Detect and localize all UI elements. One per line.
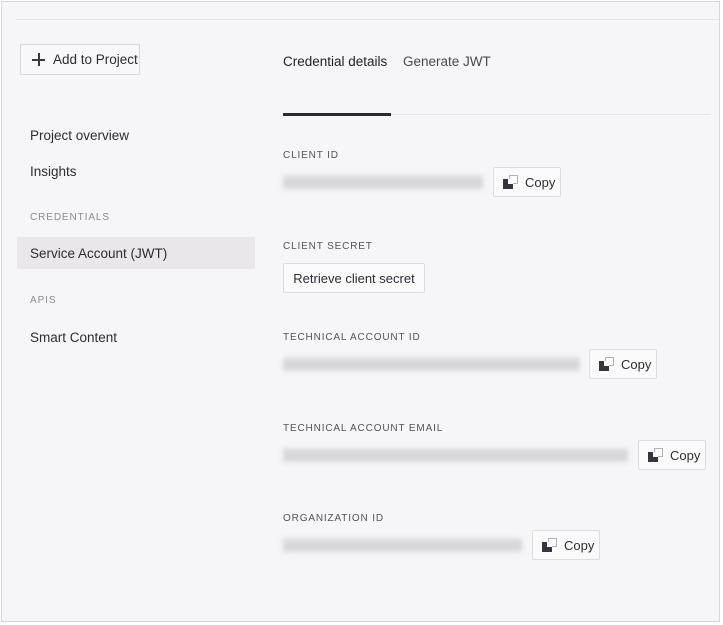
sidebar-item-label: Service Account (JWT) — [30, 245, 168, 261]
field-label: TECHNICAL ACCOUNT ID — [283, 332, 421, 343]
field-label: ORGANIZATION ID — [283, 513, 384, 524]
copy-technical-account-email-button[interactable]: Copy — [638, 440, 706, 470]
organization-id-value-redacted — [283, 537, 522, 554]
copy-button-label: Copy — [525, 174, 556, 190]
sidebar-item-smart-content[interactable]: Smart Content — [17, 321, 255, 353]
field-row: Copy — [283, 440, 706, 475]
copy-icon — [503, 175, 518, 189]
copy-button-label: Copy — [621, 356, 652, 372]
add-to-project-button[interactable]: Add to Project — [20, 44, 140, 75]
copy-icon — [648, 448, 663, 462]
plus-icon — [32, 53, 45, 66]
field-row: Copy — [283, 349, 657, 384]
sidebar-item-project-overview[interactable]: Project overview — [17, 119, 255, 151]
sidebar-item-insights[interactable]: Insights — [17, 155, 255, 187]
field-label: TECHNICAL ACCOUNT EMAIL — [283, 423, 444, 434]
tab-label: Credential details — [283, 54, 388, 69]
copy-client-id-button[interactable]: Copy — [493, 167, 561, 197]
sidebar: Add to Project Project overview Insights… — [2, 20, 270, 621]
field-technical-account-id: TECHNICAL ACCOUNT ID Copy — [283, 332, 657, 384]
copy-button-label: Copy — [670, 447, 701, 463]
add-to-project-label: Add to Project — [53, 52, 138, 67]
retrieve-client-secret-label: Retrieve client secret — [293, 270, 415, 286]
tab-generate-jwt[interactable]: Generate JWT — [403, 50, 491, 88]
tab-label: Generate JWT — [403, 54, 491, 69]
active-tab-indicator — [283, 113, 391, 116]
field-client-secret: CLIENT SECRET Retrieve client secret — [283, 241, 425, 293]
field-client-id: CLIENT ID Copy — [283, 150, 561, 202]
field-row: Copy — [283, 530, 600, 565]
copy-icon — [542, 538, 557, 552]
client-id-value-redacted — [283, 174, 483, 191]
sidebar-item-label: Project overview — [30, 127, 130, 143]
technical-account-email-value-redacted — [283, 447, 628, 464]
field-organization-id: ORGANIZATION ID Copy — [283, 513, 600, 565]
copy-technical-account-id-button[interactable]: Copy — [589, 349, 657, 379]
sidebar-item-label: Smart Content — [30, 329, 118, 345]
field-row: Copy — [283, 167, 561, 202]
tab-credential-details[interactable]: Credential details — [283, 50, 387, 88]
field-technical-account-email: TECHNICAL ACCOUNT EMAIL Copy — [283, 423, 706, 475]
sidebar-section-credentials: CREDENTIALS — [30, 212, 110, 223]
field-label: CLIENT SECRET — [283, 241, 373, 252]
retrieve-client-secret-button[interactable]: Retrieve client secret — [283, 263, 425, 293]
sidebar-section-apis: APIS — [30, 295, 57, 306]
sidebar-item-service-account-jwt[interactable]: Service Account (JWT) — [17, 237, 255, 269]
tab-bar: Credential details Generate JWT — [270, 50, 719, 116]
app-frame: Add to Project Project overview Insights… — [1, 1, 720, 622]
technical-account-id-value-redacted — [283, 356, 580, 373]
copy-organization-id-button[interactable]: Copy — [532, 530, 600, 560]
copy-button-label: Copy — [564, 537, 595, 553]
sidebar-item-label: Insights — [30, 163, 77, 179]
copy-icon — [599, 357, 614, 371]
main-content: Credential details Generate JWT CLIENT I… — [270, 20, 719, 621]
field-label: CLIENT ID — [283, 150, 339, 161]
